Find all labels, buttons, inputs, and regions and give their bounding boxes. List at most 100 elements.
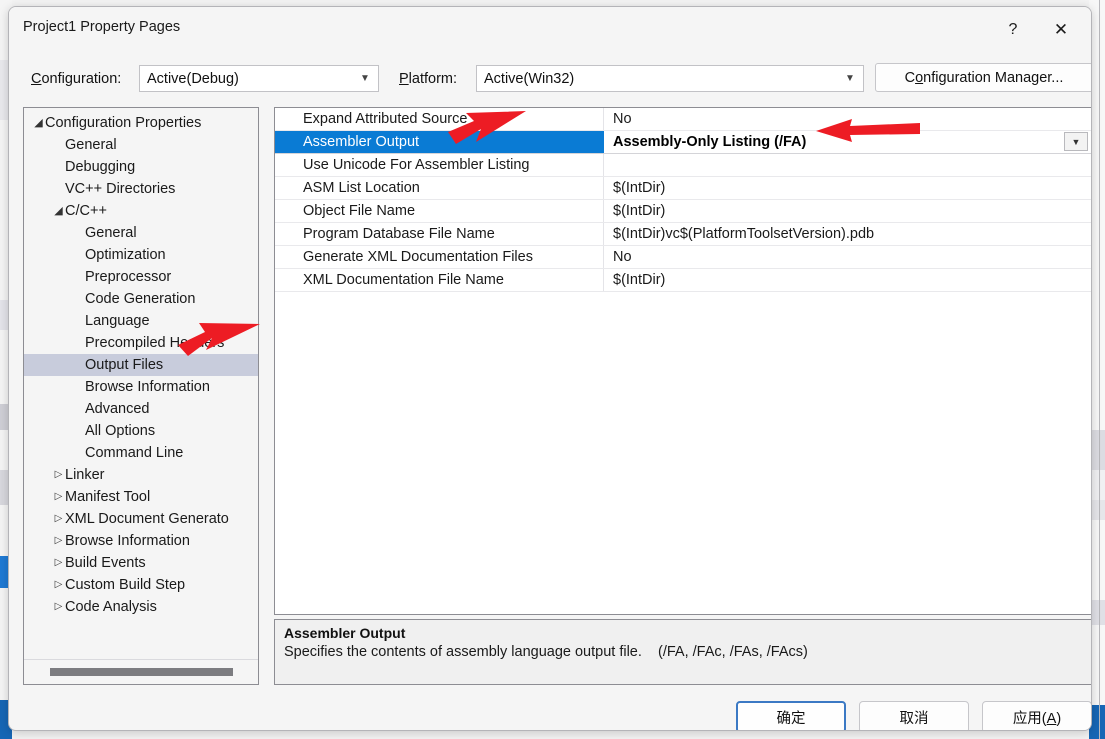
twisty-collapsed-icon[interactable]: ▷ (52, 536, 65, 546)
tree-item-label: C/C++ (65, 203, 107, 219)
tree-item-browse-information[interactable]: Browse Information (24, 376, 258, 398)
property-pages-dialog: Project1 Property Pages ? ✕ Configuratio… (8, 6, 1092, 731)
tree-item-label: VC++ Directories (65, 181, 176, 197)
property-row[interactable]: ASM List Location $(IntDir) (275, 177, 1091, 200)
property-value: $(IntDir) (613, 272, 666, 288)
chevron-down-icon: ▼ (360, 72, 370, 84)
tree-item-label: Output Files (85, 357, 164, 373)
close-icon[interactable]: ✕ (1039, 13, 1083, 47)
tree-item-label: Custom Build Step (65, 577, 186, 593)
twisty-collapsed-icon[interactable]: ▷ (52, 558, 65, 568)
configuration-value: Active(Debug) (147, 70, 239, 87)
configuration-dropdown[interactable]: Active(Debug) ▼ (139, 65, 379, 92)
tree-item-label: Precompiled Headers (85, 335, 225, 351)
twisty-expanded-icon[interactable]: ◢ (52, 205, 65, 217)
property-row[interactable]: Program Database File Name $(IntDir)vc$(P… (275, 223, 1091, 246)
tree-item-preprocessor[interactable]: Preprocessor (24, 266, 258, 288)
property-row[interactable]: Expand Attributed Source No (275, 108, 1091, 131)
tree-item-debugging[interactable]: Debugging (24, 156, 258, 178)
property-name: ASM List Location (275, 177, 604, 199)
property-row[interactable]: XML Documentation File Name $(IntDir) (275, 269, 1091, 292)
background-divider (1099, 0, 1100, 739)
property-name: Object File Name (275, 200, 604, 222)
configuration-tree-panel: ◢ Configuration Properties General Debuggin… (23, 107, 259, 685)
twisty-collapsed-icon[interactable]: ▷ (52, 492, 65, 502)
property-name: Expand Attributed Source (275, 108, 604, 130)
cancel-button-label: 取消 (899, 710, 929, 727)
ok-button[interactable]: 确定 (736, 701, 846, 730)
property-row[interactable]: Generate XML Documentation Files No (275, 246, 1091, 269)
property-value-cell[interactable]: $(IntDir) (604, 177, 1091, 199)
property-value-cell[interactable]: $(IntDir)vc$(PlatformToolsetVersion).pdb (604, 223, 1091, 245)
tree-item-code-analysis[interactable]: ▷ Code Analysis (24, 596, 258, 618)
tree-item-label: Code Analysis (65, 599, 157, 615)
tree-item-label: Preprocessor (85, 269, 172, 285)
property-value-cell[interactable]: $(IntDir) (604, 269, 1091, 291)
tree-item-configuration-properties[interactable]: ◢ Configuration Properties (24, 112, 258, 134)
apply-button[interactable]: 应用(A) (982, 701, 1091, 730)
property-value: No (613, 249, 632, 265)
property-row[interactable]: Object File Name $(IntDir) (275, 200, 1091, 223)
tree-item-label: XML Document Generato (65, 511, 229, 527)
tree-item-label: Configuration Properties (45, 115, 202, 131)
twisty-collapsed-icon[interactable]: ▷ (52, 580, 65, 590)
tree-item-language[interactable]: Language (24, 310, 258, 332)
property-value-cell[interactable]: $(IntDir) (604, 200, 1091, 222)
tree-item-xml-document-generato[interactable]: ▷ XML Document Generato (24, 508, 258, 530)
tree-item-label: Linker (65, 467, 105, 483)
help-icon[interactable]: ? (991, 13, 1035, 47)
tree-item-label: General (85, 225, 137, 241)
tree-item-c-c[interactable]: ◢ C/C++ (24, 200, 258, 222)
tree-item-general[interactable]: General (24, 134, 258, 156)
property-value-cell[interactable]: No (604, 108, 1091, 130)
tree-item-label: Browse Information (85, 379, 210, 395)
twisty-collapsed-icon[interactable]: ▷ (52, 470, 65, 480)
configuration-manager-button[interactable]: Configuration Manager... (875, 63, 1091, 92)
chevron-down-icon[interactable]: ▼ (1064, 132, 1088, 151)
twisty-collapsed-icon[interactable]: ▷ (52, 514, 65, 524)
tree-item-all-options[interactable]: All Options (24, 420, 258, 442)
property-name: Assembler Output (275, 131, 604, 153)
tree-item-precompiled-headers[interactable]: Precompiled Headers (24, 332, 258, 354)
configuration-label: Configuration: (31, 71, 122, 87)
tree-item-build-events[interactable]: ▷ Build Events (24, 552, 258, 574)
tree-item-manifest-tool[interactable]: ▷ Manifest Tool (24, 486, 258, 508)
tree-item-vc-directories[interactable]: VC++ Directories (24, 178, 258, 200)
tree-item-advanced[interactable]: Advanced (24, 398, 258, 420)
property-value: $(IntDir) (613, 203, 666, 219)
property-name: Program Database File Name (275, 223, 604, 245)
configuration-tree[interactable]: ◢ Configuration Properties General Debuggin… (24, 112, 258, 660)
tree-item-optimization[interactable]: Optimization (24, 244, 258, 266)
property-grid[interactable]: Expand Attributed Source No Assembler Outp… (274, 107, 1091, 615)
property-value: No (613, 111, 632, 127)
tree-item-label: Advanced (85, 401, 150, 417)
property-value-cell[interactable] (604, 154, 1091, 176)
tree-item-custom-build-step[interactable]: ▷ Custom Build Step (24, 574, 258, 596)
tree-item-linker[interactable]: ▷ Linker (24, 464, 258, 486)
tree-item-output-files[interactable]: Output Files (24, 354, 258, 376)
tree-item-label: General (65, 137, 117, 153)
property-value-cell[interactable]: Assembly-Only Listing (/FA) ▼ (604, 131, 1091, 153)
scrollbar-thumb[interactable] (50, 668, 233, 676)
tree-item-browse-information[interactable]: ▷ Browse Information (24, 530, 258, 552)
tree-item-general[interactable]: General (24, 222, 258, 244)
tree-item-code-generation[interactable]: Code Generation (24, 288, 258, 310)
ok-button-label: 确定 (776, 710, 806, 727)
tree-item-label: Browse Information (65, 533, 190, 549)
twisty-collapsed-icon[interactable]: ▷ (52, 602, 65, 612)
property-name: Use Unicode For Assembler Listing (275, 154, 604, 176)
description-pane: Assembler Output Specifies the contents … (274, 619, 1091, 685)
tree-item-label: Command Line (85, 445, 184, 461)
chevron-down-icon: ▼ (845, 72, 855, 84)
cancel-button[interactable]: 取消 (859, 701, 969, 730)
description-title: Assembler Output (284, 625, 406, 641)
property-row[interactable]: Assembler Output Assembly-Only Listing (/… (275, 131, 1091, 154)
twisty-expanded-icon[interactable]: ◢ (32, 117, 45, 129)
tree-item-command-line[interactable]: Command Line (24, 442, 258, 464)
platform-dropdown[interactable]: Active(Win32) ▼ (476, 65, 864, 92)
platform-label: Platform: (399, 71, 458, 87)
property-row[interactable]: Use Unicode For Assembler Listing (275, 154, 1091, 177)
property-value-cell[interactable]: No (604, 246, 1091, 268)
tree-horizontal-scrollbar[interactable] (24, 659, 258, 684)
property-value: Assembly-Only Listing (/FA) (613, 134, 807, 150)
